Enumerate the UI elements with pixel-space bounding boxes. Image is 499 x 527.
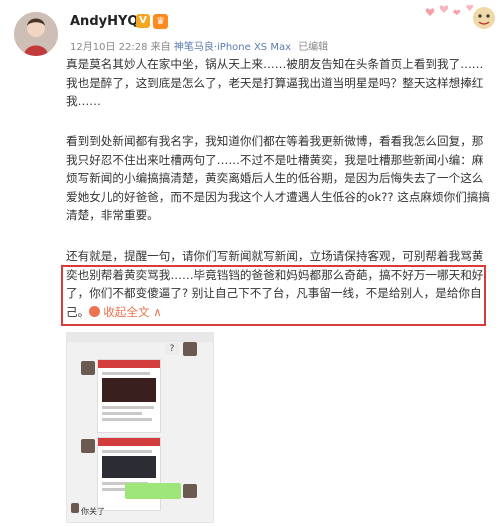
avatar[interactable] xyxy=(14,12,58,56)
from-label: 来自 xyxy=(150,42,171,53)
card-text-line xyxy=(102,406,154,409)
avatar-image xyxy=(14,12,58,56)
chat-avatar xyxy=(81,439,95,453)
edited-label: 已编辑 xyxy=(298,42,329,53)
card-text-line xyxy=(102,418,152,421)
shared-news-card-1 xyxy=(97,359,161,433)
chat-avatar xyxy=(183,342,197,356)
chat-avatar xyxy=(183,484,197,498)
card-text-line xyxy=(102,412,142,415)
chat-header-bar xyxy=(67,333,213,342)
card-text-line xyxy=(102,450,152,453)
card-image xyxy=(102,456,156,478)
card-header-bar xyxy=(98,360,160,368)
chat-screenshot-thumbnail[interactable]: ? 你关了 xyxy=(66,332,214,523)
shared-news-card-2 xyxy=(97,437,161,511)
member-crown-icon: ♛ xyxy=(153,14,168,29)
post-meta: 12月10日 22:28 来自 神笔马良·iPhone XS Max 已编辑 xyxy=(70,38,328,53)
card-header-bar xyxy=(98,438,160,446)
verified-badge-icon: V xyxy=(136,14,150,28)
chat-bubble-question: ? xyxy=(165,343,179,355)
post-source-link[interactable]: 神笔马良·iPhone XS Max xyxy=(174,42,291,53)
chat-avatar xyxy=(71,503,79,513)
post-paragraph-2: 看到到处新闻都有我名字，我知道你们都在等着我更新微博，看看我怎么回复，那我只好忍… xyxy=(66,134,490,222)
chat-reply-text: 你关了 xyxy=(81,507,105,516)
chat-bubble-reply xyxy=(125,483,181,499)
card-image xyxy=(102,378,156,402)
username[interactable]: AndyHYQ xyxy=(70,14,138,29)
highlight-box xyxy=(61,265,486,326)
decoration-cartoon-icon xyxy=(425,4,495,29)
post-paragraph-1: 真是莫名其妙人在家中坐，锅从天上来……被朋友告知在头条首页上看到我了……我也是醉… xyxy=(66,57,484,108)
card-text-line xyxy=(102,372,150,375)
post-date: 12月10日 22:28 xyxy=(70,42,148,53)
chat-avatar xyxy=(81,361,95,375)
